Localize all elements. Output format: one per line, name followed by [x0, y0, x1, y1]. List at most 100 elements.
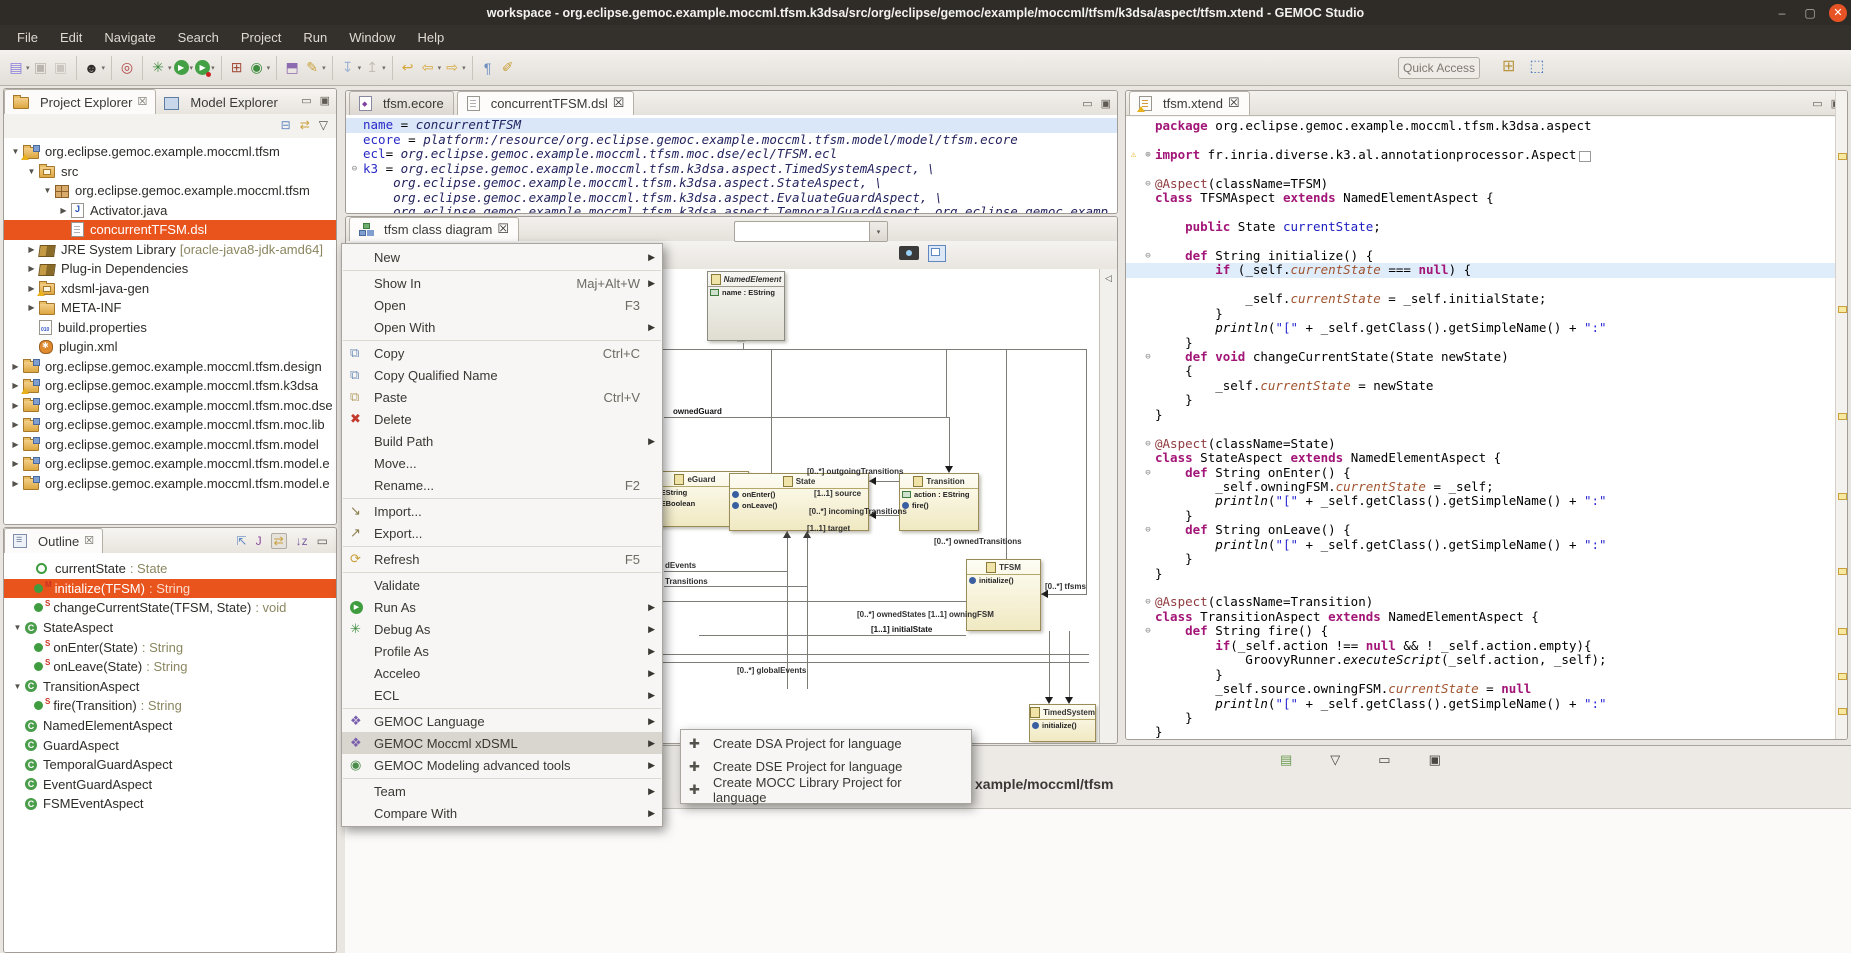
- mark-occurrences-icon[interactable]: ↥▾: [363, 56, 386, 80]
- tree-item[interactable]: ▶org.eclipse.gemoc.example.moccml.tfsm.d…: [4, 357, 336, 377]
- outline-item[interactable]: SchangeCurrentState(TFSM, State) : void: [4, 598, 336, 618]
- class-box-tfsm[interactable]: TFSMinitialize(): [966, 559, 1041, 631]
- submenu-item-create-dsa-project-for-language[interactable]: ✚Create DSA Project for language: [681, 732, 971, 755]
- tab-project-explorer[interactable]: Project Explorer☒: [4, 89, 156, 114]
- save-icon[interactable]: ▣: [32, 56, 50, 80]
- link-with-editor-icon[interactable]: ⇱: [237, 534, 247, 548]
- layers-icon[interactable]: [928, 245, 946, 262]
- code-line[interactable]: }: [1126, 408, 1836, 422]
- overview-marker[interactable]: [1838, 568, 1847, 575]
- menu-item-import-[interactable]: ↘Import...: [342, 500, 662, 522]
- link-with-editor-icon[interactable]: ⇄: [300, 118, 310, 132]
- tree-item[interactable]: ▶Plug-in Dependencies: [4, 259, 336, 279]
- menu-item-acceleo[interactable]: Acceleo▶: [342, 662, 662, 684]
- outline-item[interactable]: SonEnter(State) : String: [4, 637, 336, 657]
- outline-item[interactable]: SonLeave(State) : String: [4, 657, 336, 677]
- hide-fields-icon[interactable]: J: [256, 534, 262, 548]
- sort-toggle-icon[interactable]: ⇄: [271, 533, 287, 549]
- code-line[interactable]: ⊖ def String initialize() {: [1126, 249, 1836, 263]
- code-line[interactable]: }: [1126, 567, 1836, 581]
- menu-item-debug-as[interactable]: ✳Debug As▶: [342, 618, 662, 640]
- tree-item[interactable]: ▶org.eclipse.gemoc.example.moccml.tfsm.m…: [4, 415, 336, 435]
- menu-item-copy[interactable]: ⧉CopyCtrl+C: [342, 342, 662, 364]
- overview-marker[interactable]: [1838, 493, 1847, 500]
- collapse-all-icon[interactable]: ⊟: [281, 118, 291, 132]
- menu-item-export-[interactable]: ↗Export...: [342, 522, 662, 544]
- code-line[interactable]: ⊖@Aspect(className=Transition): [1126, 595, 1836, 609]
- new-package-icon[interactable]: ⬒: [283, 56, 301, 80]
- code-line[interactable]: [1126, 278, 1836, 292]
- code-line[interactable]: org.eclipse.gemoc.example.moccml.tfsm.k3…: [346, 205, 1117, 213]
- code-line[interactable]: ⊖ def String onEnter() {: [1126, 466, 1836, 480]
- palette-collapsed-strip[interactable]: ◁: [1099, 269, 1117, 743]
- code-line[interactable]: println("[" + _self.getClass().getSimple…: [1126, 494, 1836, 508]
- code-line[interactable]: [1126, 422, 1836, 436]
- outline-item[interactable]: CEventGuardAspect: [4, 775, 336, 795]
- close-button[interactable]: ✕: [1829, 4, 1847, 22]
- code-line[interactable]: ⊖ def String fire() {: [1126, 624, 1836, 638]
- skip-breakpoints-icon[interactable]: ↧▾: [339, 56, 362, 80]
- menu-item-team[interactable]: Team▶: [342, 780, 662, 802]
- menu-item-paste[interactable]: ⧉PasteCtrl+V: [342, 386, 662, 408]
- code-line[interactable]: }: [1126, 668, 1836, 682]
- new-note-icon[interactable]: ▤: [1280, 752, 1292, 768]
- tree-item[interactable]: ▼src: [4, 162, 336, 182]
- menu-item-profile-as[interactable]: Profile As▶: [342, 640, 662, 662]
- code-line[interactable]: GroovyRunner.executeScript(_self.action,…: [1126, 653, 1836, 667]
- open-perspective-icon[interactable]: ⊞: [1502, 56, 1515, 76]
- code-line[interactable]: ⊖@Aspect(className=State): [1126, 437, 1836, 451]
- tab-model-explorer[interactable]: Model Explorer: [156, 90, 285, 114]
- code-line[interactable]: }: [1126, 552, 1836, 566]
- menu-item-show-in[interactable]: Show InMaj+Alt+W▶: [342, 272, 662, 294]
- outline-item[interactable]: CFSMEventAspect: [4, 794, 336, 814]
- code-line[interactable]: ⊖ def String onLeave() {: [1126, 523, 1836, 537]
- editor-tab-tfsm-xtend[interactable]: tfsm.xtend☒: [1129, 91, 1250, 115]
- dsl-code-area[interactable]: name = concurrentTFSMecore = platform:/r…: [346, 115, 1117, 213]
- code-line[interactable]: name = concurrentTFSM: [346, 118, 1117, 133]
- code-line[interactable]: [1126, 581, 1836, 595]
- combobox-dropdown-icon[interactable]: ▾: [869, 222, 887, 241]
- menu-item-move-[interactable]: Move...: [342, 452, 662, 474]
- menu-item-open-with[interactable]: Open With▶: [342, 316, 662, 338]
- code-line[interactable]: ⊖k3 = org.eclipse.gemoc.example.moccml.t…: [346, 162, 1117, 177]
- coverage-icon[interactable]: ▶▾: [195, 56, 215, 80]
- tree-item[interactable]: ▶org.eclipse.gemoc.example.moccml.tfsm.m…: [4, 435, 336, 455]
- code-line[interactable]: ⊖@Aspect(className=TFSM): [1126, 177, 1836, 191]
- annotation-icon[interactable]: ◎: [118, 56, 136, 80]
- code-line[interactable]: package org.eclipse.gemoc.example.moccml…: [1126, 119, 1836, 133]
- show-whitespace-icon[interactable]: ¶: [479, 56, 497, 80]
- save-all-icon[interactable]: ▣: [52, 56, 70, 80]
- overview-marker[interactable]: [1838, 413, 1847, 420]
- menu-window[interactable]: Window: [338, 25, 406, 50]
- code-line[interactable]: _self.source.owningFSM.currentState = nu…: [1126, 682, 1836, 696]
- code-line[interactable]: }: [1126, 393, 1836, 407]
- view-menu-icon[interactable]: ▽: [319, 118, 328, 132]
- tree-item[interactable]: ▶org.eclipse.gemoc.example.moccml.tfsm.m…: [4, 474, 336, 494]
- menu-item-refresh[interactable]: ⟳RefreshF5: [342, 548, 662, 570]
- menu-item-rename-[interactable]: Rename...F2: [342, 474, 662, 496]
- tab-outline[interactable]: Outline☒: [4, 528, 103, 553]
- tree-item[interactable]: ▼org.eclipse.gemoc.example.moccml.tfsm: [4, 181, 336, 201]
- minimize-icon[interactable]: ▭: [317, 534, 328, 548]
- code-line[interactable]: }: [1126, 509, 1836, 523]
- debug-icon[interactable]: ✳▾: [149, 56, 172, 80]
- code-line[interactable]: {: [1126, 364, 1836, 378]
- view-menu-icon[interactable]: ▽: [1330, 752, 1340, 768]
- code-line[interactable]: class StateAspect extends NamedElementAs…: [1126, 451, 1836, 465]
- menu-item-new[interactable]: New▶: [342, 246, 662, 268]
- menu-item-delete[interactable]: ✖Delete: [342, 408, 662, 430]
- tree-item[interactable]: ▶JRE System Library[oracle-java8-jdk-amd…: [4, 240, 336, 260]
- tree-item[interactable]: plugin.xml: [4, 337, 336, 357]
- code-line[interactable]: if(_self.action !== null && ! _self.acti…: [1126, 639, 1836, 653]
- forward-icon[interactable]: ⇨▾: [443, 56, 466, 80]
- menu-help[interactable]: Help: [406, 25, 455, 50]
- code-line[interactable]: println("[" + _self.getClass().getSimple…: [1126, 697, 1836, 711]
- code-line[interactable]: _self.owningFSM.currentState = _self;: [1126, 480, 1836, 494]
- outline-item[interactable]: currentState : State: [4, 559, 336, 579]
- menu-item-compare-with[interactable]: Compare With▶: [342, 802, 662, 824]
- outline-item[interactable]: CTemporalGuardAspect: [4, 755, 336, 775]
- menu-item-open[interactable]: OpenF3: [342, 294, 662, 316]
- outline-item[interactable]: ▼CTransitionAspect: [4, 677, 336, 697]
- menu-item-validate[interactable]: Validate: [342, 574, 662, 596]
- user-icon[interactable]: ☻▾: [83, 56, 106, 80]
